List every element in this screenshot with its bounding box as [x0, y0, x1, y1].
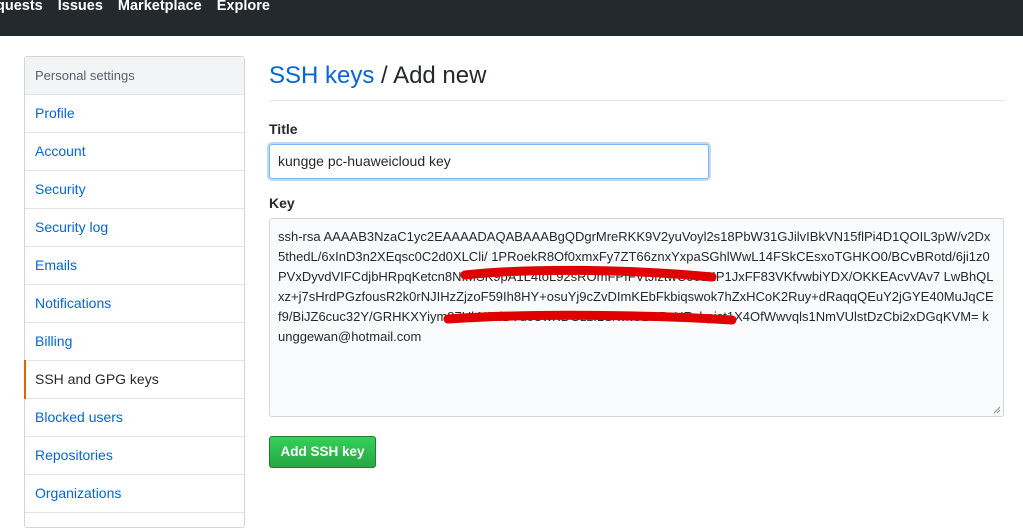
- redaction-scribble: [443, 265, 737, 325]
- settings-sidebar: Personal settings Profile Account Securi…: [24, 56, 245, 528]
- page-title: SSH keys / Add new: [269, 56, 1004, 101]
- sidebar-header: Personal settings: [25, 57, 244, 95]
- sidebar-item-security[interactable]: Security: [25, 171, 244, 209]
- sidebar-item-security-log[interactable]: Security log: [25, 209, 244, 247]
- sidebar-item-ssh-gpg-keys[interactable]: SSH and GPG keys: [24, 360, 244, 399]
- resize-handle-icon[interactable]: [993, 406, 1001, 414]
- sidebar-item-organizations[interactable]: Organizations: [25, 475, 244, 513]
- title-input[interactable]: kungge pc-huaweicloud key: [269, 144, 709, 179]
- top-nav: quests Issues Marketplace Explore: [0, 0, 285, 15]
- title-label: Title: [269, 121, 298, 137]
- nav-issues[interactable]: Issues: [58, 0, 103, 15]
- sidebar-item-repositories[interactable]: Repositories: [25, 437, 244, 475]
- sidebar-item-blocked-users[interactable]: Blocked users: [25, 399, 244, 437]
- breadcrumb-ssh-keys-link[interactable]: SSH keys: [269, 62, 374, 89]
- key-textarea[interactable]: ssh-rsa AAAAB3NzaC1yc2EAAAADAQABAAABgQDg…: [269, 218, 1004, 417]
- nav-explore[interactable]: Explore: [217, 0, 270, 15]
- add-ssh-key-button[interactable]: Add SSH key: [269, 436, 376, 468]
- sidebar-item-profile[interactable]: Profile: [25, 95, 244, 133]
- nav-marketplace[interactable]: Marketplace: [118, 0, 202, 15]
- sidebar-item-account[interactable]: Account: [25, 133, 244, 171]
- sidebar-item-emails[interactable]: Emails: [25, 247, 244, 285]
- sidebar-item-notifications[interactable]: Notifications: [25, 285, 244, 323]
- key-label: Key: [269, 195, 295, 211]
- sidebar-item-billing[interactable]: Billing: [25, 323, 244, 361]
- main-content: SSH keys / Add new Title kungge pc-huawe…: [269, 56, 1004, 468]
- nav-pull-requests[interactable]: quests: [0, 0, 43, 15]
- breadcrumb-separator: /: [374, 62, 394, 89]
- top-navigation-bar: quests Issues Marketplace Explore: [0, 0, 1023, 36]
- page-heading: Add new: [393, 62, 487, 89]
